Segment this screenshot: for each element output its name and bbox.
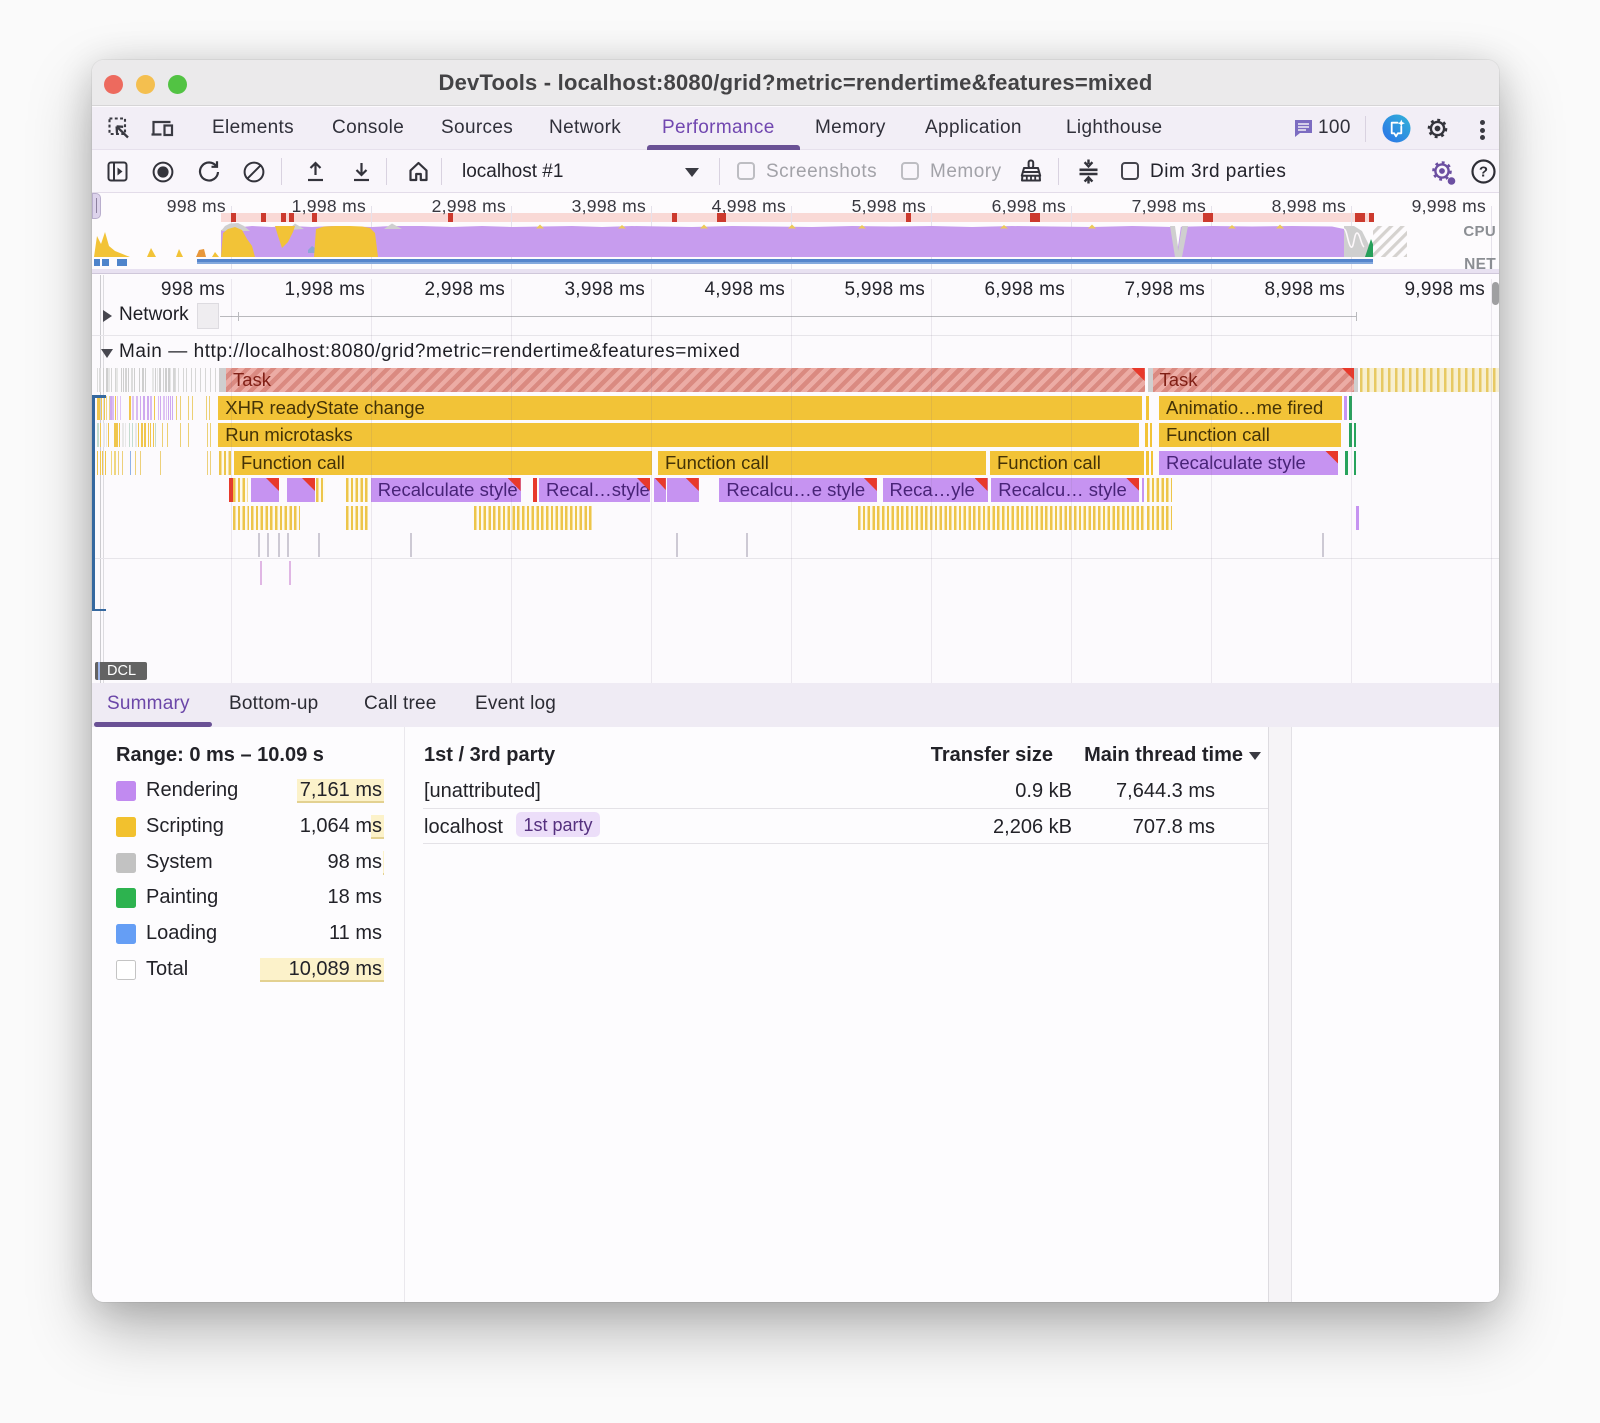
svg-text:?: ?: [1479, 164, 1488, 181]
